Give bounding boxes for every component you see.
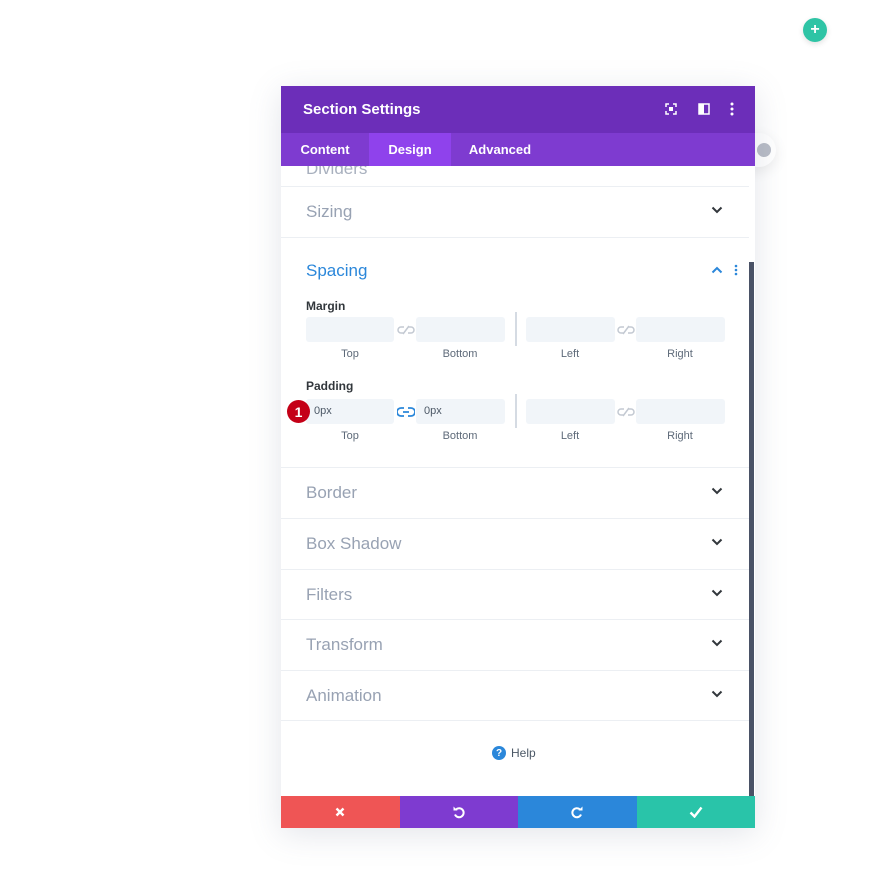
- help-link[interactable]: ? Help: [492, 746, 536, 760]
- toggle-sizing[interactable]: Sizing: [281, 186, 749, 237]
- margin-label: Margin: [306, 299, 346, 313]
- expand-icon[interactable]: [662, 100, 680, 118]
- margin-right-input[interactable]: [636, 317, 725, 342]
- toggle-filters[interactable]: Filters: [281, 569, 749, 620]
- modal-footer: [281, 796, 755, 828]
- chevron-down-icon: [711, 690, 723, 698]
- toggle-transform[interactable]: Transform: [281, 619, 749, 670]
- section-settings-modal: Section Settings Content Design Advanced…: [281, 86, 755, 828]
- unlinked-icon[interactable]: [397, 324, 415, 336]
- toggle-border[interactable]: Border: [281, 467, 749, 518]
- divider: [515, 312, 517, 346]
- cancel-button[interactable]: [281, 796, 400, 828]
- padding-top-label: Top: [341, 430, 359, 442]
- more-options-icon[interactable]: [723, 100, 741, 118]
- chevron-up-icon[interactable]: [711, 266, 723, 274]
- padding-bottom-label: Bottom: [442, 430, 478, 442]
- padding-label: Padding: [306, 379, 354, 393]
- margin-left-label: Left: [560, 348, 580, 360]
- toggle-title: Sizing: [306, 202, 353, 221]
- tab-content[interactable]: Content: [281, 133, 369, 166]
- unlinked-icon[interactable]: [617, 324, 635, 336]
- undo-button[interactable]: [399, 796, 518, 828]
- padding-bottom-input[interactable]: 0px: [416, 399, 505, 424]
- scrollbar[interactable]: [749, 262, 754, 796]
- toggle-title: Box Shadow: [306, 534, 402, 553]
- chevron-down-icon: [711, 639, 723, 647]
- close-icon: [335, 807, 345, 817]
- save-button[interactable]: [636, 796, 755, 828]
- margin-left-input[interactable]: [526, 317, 615, 342]
- modal-title: Section Settings: [303, 101, 421, 118]
- redo-icon: [571, 806, 583, 819]
- padding-top-input[interactable]: 0px: [306, 399, 394, 424]
- spacing-title[interactable]: Spacing: [306, 261, 367, 281]
- margin-bottom-input[interactable]: [416, 317, 505, 342]
- modal-header: Section Settings: [281, 86, 755, 133]
- linked-icon[interactable]: [397, 406, 415, 418]
- settings-body: Dividers Sizing Spacing Margin Top Botto…: [281, 166, 755, 796]
- toggle-animation[interactable]: Animation: [281, 670, 749, 721]
- section-divider: [281, 720, 749, 721]
- columns-layout-icon[interactable]: [695, 100, 713, 118]
- settings-tabs: Content Design Advanced: [281, 133, 755, 166]
- help-label: Help: [511, 746, 536, 760]
- chevron-down-icon: [711, 206, 723, 214]
- tab-advanced[interactable]: Advanced: [451, 133, 549, 166]
- dividers-toggle-title[interactable]: Dividers: [306, 166, 367, 179]
- margin-bottom-label: Bottom: [442, 348, 478, 360]
- undo-icon: [453, 806, 465, 819]
- spacing-options-icon[interactable]: [734, 264, 738, 276]
- redo-button[interactable]: [518, 796, 637, 828]
- help-icon: ?: [492, 746, 506, 760]
- add-section-button[interactable]: +: [803, 18, 827, 42]
- tab-design[interactable]: Design: [369, 133, 451, 166]
- toggle-title: Filters: [306, 585, 353, 604]
- step-badge: 1: [287, 400, 310, 423]
- globe-icon: [757, 143, 771, 157]
- plus-icon: +: [810, 21, 820, 38]
- chevron-down-icon: [711, 538, 723, 546]
- chevron-down-icon: [711, 589, 723, 597]
- margin-top-label: Top: [341, 348, 359, 360]
- padding-right-input[interactable]: [636, 399, 725, 424]
- toggle-title: Animation: [306, 686, 382, 705]
- toggle-title: Border: [306, 483, 358, 502]
- margin-right-label: Right: [667, 348, 693, 360]
- margin-top-input[interactable]: [306, 317, 394, 342]
- chevron-down-icon: [711, 487, 723, 495]
- padding-left-label: Left: [560, 430, 580, 442]
- toggle-box-shadow[interactable]: Box Shadow: [281, 518, 749, 569]
- divider: [515, 394, 517, 428]
- unlinked-icon[interactable]: [617, 406, 635, 418]
- checkmark-icon: [689, 806, 703, 818]
- padding-left-input[interactable]: [526, 399, 615, 424]
- toggle-title: Transform: [306, 635, 383, 654]
- padding-right-label: Right: [667, 430, 693, 442]
